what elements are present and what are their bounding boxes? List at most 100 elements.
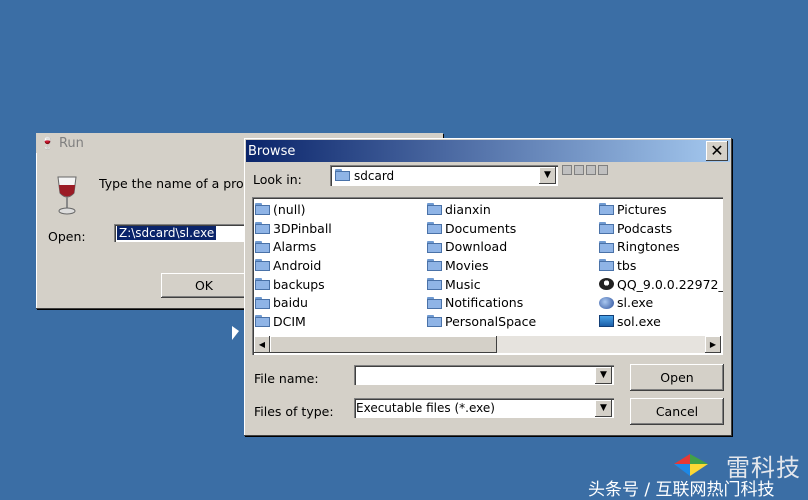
close-icon: ✕ [710, 141, 724, 160]
folder-icon [427, 222, 442, 235]
folder-icon [335, 169, 350, 181]
wine-icon [57, 176, 77, 215]
list-item[interactable]: (null) [255, 200, 332, 219]
list-item[interactable]: Podcasts [599, 219, 723, 238]
look-in-value: sdcard [354, 169, 395, 183]
list-view-icon[interactable] [586, 165, 596, 175]
list-item[interactable]: dianxin [427, 200, 536, 219]
list-item[interactable]: QQ_9.0.0.22972_se [599, 275, 723, 294]
list-item[interactable]: Pictures [599, 200, 723, 219]
list-item-label: backups [273, 276, 325, 292]
list-item-label: Documents [445, 220, 517, 236]
chevron-down-icon[interactable]: ▼ [595, 367, 612, 384]
list-item[interactable]: sol.exe [599, 312, 723, 331]
list-item-label: (null) [273, 201, 306, 217]
run-title: Run [58, 135, 84, 151]
list-item[interactable]: Notifications [427, 293, 536, 312]
list-item-label: Ringtones [617, 239, 680, 255]
open-input-value: Z:\sdcard\sl.exe [117, 226, 217, 240]
list-item[interactable]: baidu [255, 293, 332, 312]
list-item[interactable]: Alarms [255, 237, 332, 256]
file-list[interactable]: (null) 3DPinball Alarms Android backups … [252, 197, 723, 355]
file-name-combobox[interactable]: ▼ [354, 365, 614, 385]
list-item[interactable]: Movies [427, 256, 536, 275]
chevron-down-icon[interactable]: ▼ [595, 400, 612, 417]
files-of-type-combobox[interactable]: Executable files (*.exe) ▼ [354, 398, 614, 418]
list-item-label: QQ_9.0.0.22972_se [617, 276, 723, 292]
list-item[interactable]: tbs [599, 256, 723, 275]
browse-dialog: Browse ✕ Look in: sdcard ▼ (null) 3DPinb… [244, 138, 732, 436]
chevron-down-icon[interactable]: ▼ [539, 167, 556, 184]
file-column: Pictures Podcasts Ringtones tbs QQ_9.0.0… [599, 200, 723, 331]
sol-exe-icon [599, 315, 614, 328]
folder-icon [427, 240, 442, 253]
folder-icon [427, 315, 442, 328]
list-item-label: DCIM [273, 313, 306, 329]
up-folder-icon[interactable] [562, 165, 572, 175]
browse-titlebar[interactable]: Browse ✕ [246, 140, 730, 162]
browse-title: Browse [248, 143, 296, 159]
folder-icon [255, 222, 270, 235]
open-label: Open: [48, 229, 86, 244]
folder-icon [255, 240, 270, 253]
folder-icon [599, 222, 614, 235]
details-view-icon[interactable] [598, 165, 608, 175]
scroll-left-icon[interactable]: ◀ [254, 336, 270, 353]
list-item-label: 3DPinball [273, 220, 332, 236]
cancel-button[interactable]: Cancel [630, 398, 724, 425]
folder-icon [255, 296, 270, 309]
ok-button[interactable]: OK [161, 273, 247, 298]
files-of-type-value: Executable files (*.exe) [356, 401, 495, 415]
list-item-label: baidu [273, 295, 308, 311]
folder-icon [599, 259, 614, 272]
list-item[interactable]: Ringtones [599, 237, 723, 256]
list-item-label: Android [273, 257, 322, 273]
file-column: (null) 3DPinball Alarms Android backups … [255, 200, 332, 331]
look-in-label: Look in: [253, 172, 302, 187]
file-column: dianxin Documents Download Movies Music … [427, 200, 536, 331]
list-item[interactable]: Documents [427, 219, 536, 238]
folder-icon [255, 203, 270, 216]
list-item-label: Notifications [445, 295, 524, 311]
list-item[interactable]: sl.exe [599, 293, 723, 312]
qq-icon [599, 278, 614, 291]
scroll-right-icon[interactable]: ▶ [705, 336, 721, 353]
list-item-label: PersonalSpace [445, 313, 537, 329]
sl-exe-icon [599, 296, 614, 309]
list-item-label: tbs [617, 257, 637, 273]
list-item[interactable]: DCIM [255, 312, 332, 331]
list-item-label: Podcasts [617, 220, 673, 236]
file-name-label: File name: [254, 371, 319, 386]
list-item-label: sol.exe [617, 313, 661, 329]
view-toolbar [562, 165, 608, 175]
folder-icon [255, 278, 270, 291]
close-button[interactable]: ✕ [706, 141, 728, 161]
list-item-label: sl.exe [617, 295, 654, 311]
mouse-cursor-icon [232, 326, 239, 340]
folder-icon [427, 259, 442, 272]
list-item[interactable]: Download [427, 237, 536, 256]
list-item-label: Download [445, 239, 508, 255]
list-item[interactable]: Android [255, 256, 332, 275]
list-item[interactable]: Music [427, 275, 536, 294]
folder-icon [427, 203, 442, 216]
open-combobox[interactable]: Z:\sdcard\sl.exe [114, 224, 244, 242]
list-item-label: Pictures [617, 201, 667, 217]
list-item[interactable]: 3DPinball [255, 219, 332, 238]
wine-glass-icon: 🍷 [40, 136, 55, 150]
list-item-label: dianxin [445, 201, 491, 217]
folder-icon [599, 240, 614, 253]
list-item[interactable]: backups [255, 275, 332, 294]
list-item-label: Alarms [273, 239, 317, 255]
look-in-combobox[interactable]: sdcard ▼ [330, 165, 558, 186]
new-folder-icon[interactable] [574, 165, 584, 175]
open-button[interactable]: Open [630, 364, 724, 391]
scrollbar-thumb[interactable] [270, 336, 497, 353]
list-item[interactable]: PersonalSpace [427, 312, 536, 331]
folder-icon [427, 278, 442, 291]
list-item-label: Music [445, 276, 481, 292]
folder-icon [599, 203, 614, 216]
folder-icon [255, 315, 270, 328]
horizontal-scrollbar[interactable]: ◀ ▶ [254, 336, 721, 353]
folder-icon [427, 296, 442, 309]
